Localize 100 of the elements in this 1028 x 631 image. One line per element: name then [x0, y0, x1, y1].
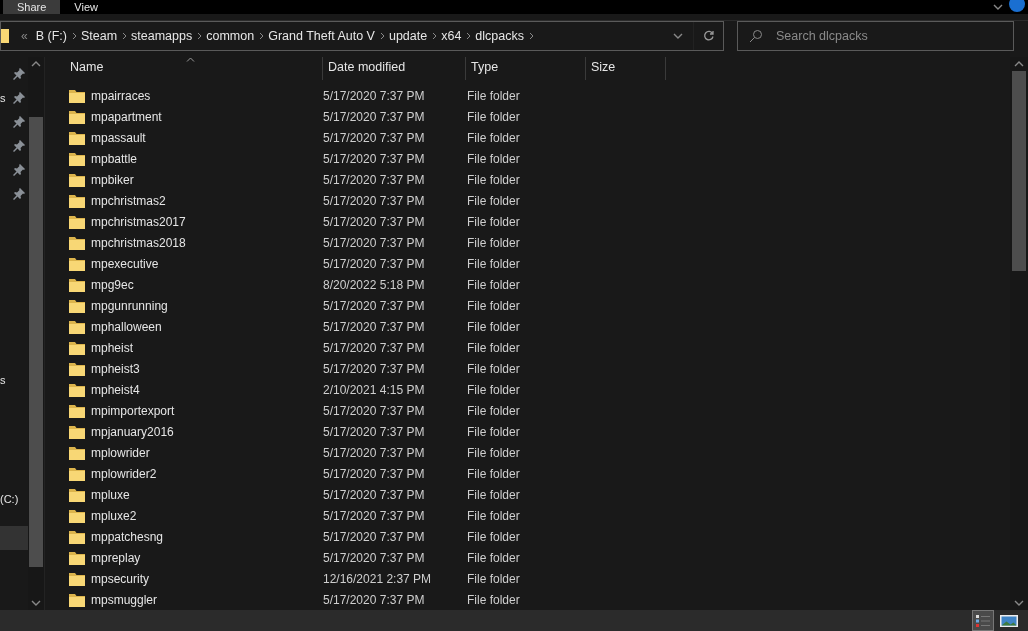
dropdown-icon[interactable]	[673, 33, 683, 39]
file-row[interactable]: mpchristmas2017 5/17/2020 7:37 PM File folder	[45, 211, 1010, 232]
details-view-button[interactable]	[972, 610, 994, 631]
file-row[interactable]: mpbattle 5/17/2020 7:37 PM File folder	[45, 148, 1010, 169]
scroll-up-icon[interactable]	[31, 61, 41, 67]
type-cell-text: File folder	[467, 129, 521, 147]
nav-item[interactable]: s	[0, 368, 28, 392]
file-row[interactable]: mpheist 5/17/2020 7:37 PM File folder	[45, 337, 1010, 358]
help-icon[interactable]	[1009, 0, 1025, 12]
type-cell-text: File folder	[467, 486, 521, 504]
file-row[interactable]: mpbiker 5/17/2020 7:37 PM File folder	[45, 169, 1010, 190]
nav-item-label: s	[0, 372, 6, 388]
column-header[interactable]: Type	[466, 57, 586, 80]
file-row[interactable]: mpsecurity 12/16/2021 2:37 PM File folder	[45, 568, 1010, 589]
type-cell-text: File folder	[467, 234, 521, 252]
date-cell-text: 5/17/2020 7:37 PM	[323, 486, 426, 504]
file-name: mpsecurity	[91, 570, 149, 588]
file-row[interactable]: mpg9ec 8/20/2022 5:18 PM File folder	[45, 274, 1010, 295]
type-cell-text: File folder	[467, 108, 521, 126]
ribbon-tab[interactable]: View	[60, 0, 112, 14]
file-row[interactable]: mpsmuggler 5/17/2020 7:37 PM File folder	[45, 589, 1010, 610]
pin-icon[interactable]	[13, 188, 25, 200]
search-field[interactable]: Search dlcpacks	[737, 21, 1014, 51]
folder-icon	[69, 424, 85, 439]
type-cell-text: File folder	[467, 507, 521, 525]
breadcrumb[interactable]: dlcpacks	[475, 26, 524, 46]
scroll-down-icon[interactable]	[31, 600, 41, 606]
breadcrumb[interactable]: Grand Theft Auto V	[268, 26, 375, 46]
file-row[interactable]: mpairraces 5/17/2020 7:37 PM File folder	[45, 85, 1010, 106]
pin-icon[interactable]	[13, 68, 25, 80]
folder-icon	[69, 151, 85, 166]
file-name: mpchristmas2018	[91, 234, 186, 252]
breadcrumb[interactable]: B (F:)	[35, 26, 67, 46]
date-cell-text: 5/17/2020 7:37 PM	[323, 360, 426, 378]
file-row[interactable]: mpjanuary2016 5/17/2020 7:37 PM File folder	[45, 421, 1010, 442]
scrollbar-thumb[interactable]	[29, 117, 43, 567]
type-cell-text: File folder	[467, 423, 521, 441]
scroll-up-icon[interactable]	[1014, 61, 1024, 67]
nav-item[interactable]: s	[0, 86, 28, 110]
nav-item[interactable]: (C:)	[0, 487, 28, 511]
date-cell-text: 5/17/2020 7:37 PM	[323, 87, 426, 105]
date-cell-text: 2/10/2021 4:15 PM	[323, 381, 426, 399]
folder-icon	[69, 340, 85, 355]
type-cell-text: File folder	[467, 276, 521, 294]
file-name: mpchristmas2017	[91, 213, 186, 231]
pin-icon[interactable]	[13, 140, 25, 152]
file-row[interactable]: mpchristmas2018 5/17/2020 7:37 PM File folder	[45, 232, 1010, 253]
file-row[interactable]: mpimportexport 5/17/2020 7:37 PM File folder	[45, 400, 1010, 421]
file-name: mpassault	[91, 129, 146, 147]
file-row[interactable]: mpassault 5/17/2020 7:37 PM File folder	[45, 127, 1010, 148]
address-bar[interactable]: « B (F:) Steam steamapps common Grand Theft Auto V update x64 dlcpacks	[0, 21, 724, 51]
folder-icon	[69, 508, 85, 523]
refresh-icon[interactable]	[702, 30, 715, 42]
type-cell-text: File folder	[467, 171, 521, 189]
scroll-down-icon[interactable]	[1014, 600, 1024, 606]
file-row[interactable]: mplowrider 5/17/2020 7:37 PM File folder	[45, 442, 1010, 463]
date-cell-text: 5/17/2020 7:37 PM	[323, 171, 426, 189]
file-row[interactable]: mpluxe2 5/17/2020 7:37 PM File folder	[45, 505, 1010, 526]
file-name: mplowrider2	[91, 465, 157, 483]
column-header[interactable]: Size	[586, 57, 666, 80]
breadcrumb[interactable]: x64	[441, 26, 462, 46]
breadcrumb[interactable]: update	[388, 26, 428, 46]
file-row[interactable]: mpheist3 5/17/2020 7:37 PM File folder	[45, 358, 1010, 379]
pin-icon[interactable]	[13, 92, 25, 104]
date-cell-text: 5/17/2020 7:37 PM	[323, 339, 426, 357]
date-cell-text: 5/17/2020 7:37 PM	[323, 297, 426, 315]
file-row[interactable]: mpexecutive 5/17/2020 7:37 PM File folder	[45, 253, 1010, 274]
folder-icon	[69, 487, 85, 502]
folder-icon	[69, 172, 85, 187]
file-row[interactable]: mpheist4 2/10/2021 4:15 PM File folder	[45, 379, 1010, 400]
file-row[interactable]: mpchristmas2 5/17/2020 7:37 PM File folder	[45, 190, 1010, 211]
file-row[interactable]: mpluxe 5/17/2020 7:37 PM File folder	[45, 484, 1010, 505]
folder-icon	[69, 319, 85, 334]
file-name: mpg9ec	[91, 276, 134, 294]
column-header[interactable]: Name	[65, 57, 323, 80]
overflow-chevron[interactable]: «	[21, 27, 28, 45]
date-cell-text: 5/17/2020 7:37 PM	[323, 213, 426, 231]
folder-icon	[69, 214, 85, 229]
file-row[interactable]: mplowrider2 5/17/2020 7:37 PM File folder	[45, 463, 1010, 484]
ribbon-tab[interactable]: Share	[3, 0, 61, 14]
breadcrumb[interactable]: Steam	[80, 26, 118, 46]
file-name: mpapartment	[91, 108, 162, 126]
column-header[interactable]: Date modified	[323, 57, 466, 80]
file-row[interactable]: mppatchesng 5/17/2020 7:37 PM File folder	[45, 526, 1010, 547]
breadcrumb[interactable]: steamapps	[131, 26, 193, 46]
date-cell-text: 5/17/2020 7:37 PM	[323, 150, 426, 168]
file-row[interactable]: mpreplay 5/17/2020 7:37 PM File folder	[45, 547, 1010, 568]
scrollbar-thumb[interactable]	[1012, 71, 1026, 271]
file-name: mpimportexport	[91, 402, 175, 420]
file-name: mpsmuggler	[91, 591, 158, 609]
file-row[interactable]: mphalloween 5/17/2020 7:37 PM File folder	[45, 316, 1010, 337]
chevron-down-icon[interactable]	[993, 4, 1003, 10]
pin-icon[interactable]	[13, 116, 25, 128]
file-row[interactable]: mpapartment 5/17/2020 7:37 PM File folder	[45, 106, 1010, 127]
folder-icon	[1, 29, 9, 43]
breadcrumb[interactable]: common	[206, 26, 255, 46]
date-cell-text: 5/17/2020 7:37 PM	[323, 591, 426, 609]
file-row[interactable]: mpgunrunning 5/17/2020 7:37 PM File folder	[45, 295, 1010, 316]
pin-icon[interactable]	[13, 164, 25, 176]
file-name: mplowrider	[91, 444, 150, 462]
